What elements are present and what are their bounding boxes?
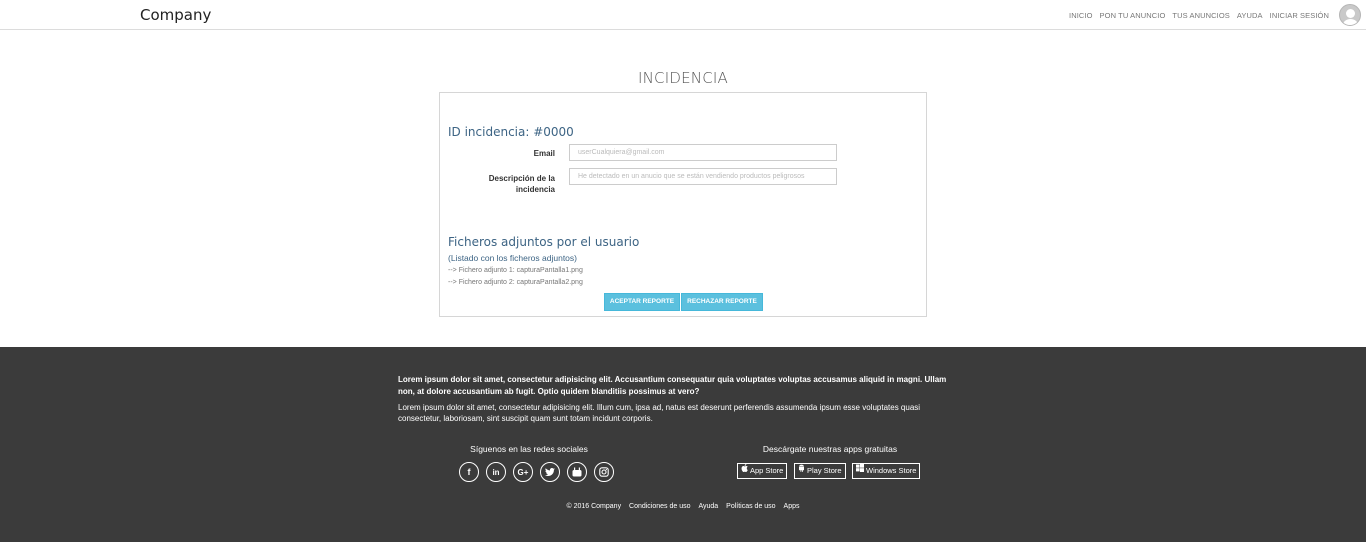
email-label: Email bbox=[533, 149, 555, 158]
windows-icon bbox=[856, 464, 864, 478]
description-label: Descripción de la incidencia bbox=[445, 173, 555, 195]
description-label-line2: incidencia bbox=[515, 185, 555, 194]
app-store-button[interactable]: App Store bbox=[737, 463, 788, 479]
email-field[interactable]: userCualquiera@gmail.com bbox=[569, 144, 837, 161]
social-title: Síguenos en las redes sociales bbox=[470, 444, 588, 454]
twitter-icon[interactable] bbox=[540, 462, 560, 482]
nav-pon-tu-anuncio[interactable]: PON TU ANUNCIO bbox=[1100, 11, 1166, 20]
nav-tus-anuncios[interactable]: TUS ANUNCIOS bbox=[1172, 11, 1229, 20]
apps-title: Descárgate nuestras apps gratuitas bbox=[762, 444, 898, 454]
user-avatar-icon[interactable] bbox=[1339, 4, 1361, 26]
app-store-label: App Store bbox=[750, 466, 784, 475]
footer-bold-text: Lorem ipsum dolor sit amet, consectetur … bbox=[398, 375, 947, 396]
link-ayuda[interactable]: Ayuda bbox=[698, 503, 718, 510]
apple-icon bbox=[741, 464, 748, 478]
nav-ayuda[interactable]: AYUDA bbox=[1237, 11, 1263, 20]
page-title: INCIDENCIA bbox=[638, 69, 728, 87]
play-store-label: Play Store bbox=[807, 466, 842, 475]
reject-report-button[interactable]: RECHAZAR REPORTE bbox=[681, 293, 763, 311]
link-politicas-de-uso[interactable]: Políticas de uso bbox=[726, 503, 775, 510]
footer-links: © 2016 Company Condiciones de uso Ayuda … bbox=[0, 503, 1366, 510]
files-subtitle: (Listado con los ficheros adjuntos) bbox=[448, 253, 577, 263]
description-field[interactable]: He detectado en un anucio que se están v… bbox=[569, 168, 837, 185]
files-title: Ficheros adjuntos por el usuario bbox=[448, 235, 640, 249]
accept-report-button[interactable]: ACEPTAR REPORTE bbox=[604, 293, 680, 311]
attachment-item[interactable]: --> Fichero adjunto 2: capturaPantalla2.… bbox=[448, 279, 583, 286]
play-store-button[interactable]: Play Store bbox=[794, 463, 846, 479]
youtube-icon[interactable] bbox=[567, 462, 587, 482]
brand-logo[interactable]: Company bbox=[140, 6, 211, 24]
linkedin-icon[interactable]: in bbox=[486, 462, 506, 482]
facebook-icon[interactable]: f bbox=[459, 462, 479, 482]
description-label-line1: Descripción de la bbox=[488, 174, 555, 183]
attachment-item[interactable]: --> Fichero adjunto 1: capturaPantalla1.… bbox=[448, 267, 583, 274]
nav-iniciar-sesion[interactable]: INICIAR SESIÓN bbox=[1270, 11, 1329, 20]
windows-store-label: Windows Store bbox=[866, 466, 917, 475]
footer-text: Lorem ipsum dolor sit amet, consectetur … bbox=[398, 403, 921, 423]
nav-inicio[interactable]: INICIO bbox=[1069, 11, 1093, 20]
incident-card: ID incidencia: #0000 Email userCualquier… bbox=[439, 92, 927, 317]
android-icon bbox=[798, 464, 805, 478]
footer: Lorem ipsum dolor sit amet, consectetur … bbox=[0, 347, 1366, 542]
windows-store-button[interactable]: Windows Store bbox=[852, 463, 921, 479]
instagram-icon[interactable] bbox=[594, 462, 614, 482]
google-plus-icon[interactable]: G+ bbox=[513, 462, 533, 482]
main-nav: INICIO PON TU ANUNCIO TUS ANUNCIOS AYUDA… bbox=[1069, 0, 1366, 30]
top-navbar: Company INICIO PON TU ANUNCIO TUS ANUNCI… bbox=[0, 0, 1366, 30]
incident-id: ID incidencia: #0000 bbox=[448, 125, 574, 139]
link-apps[interactable]: Apps bbox=[784, 503, 800, 510]
link-condiciones-de-uso[interactable]: Condiciones de uso bbox=[629, 503, 691, 510]
copyright: © 2016 Company bbox=[566, 503, 622, 510]
